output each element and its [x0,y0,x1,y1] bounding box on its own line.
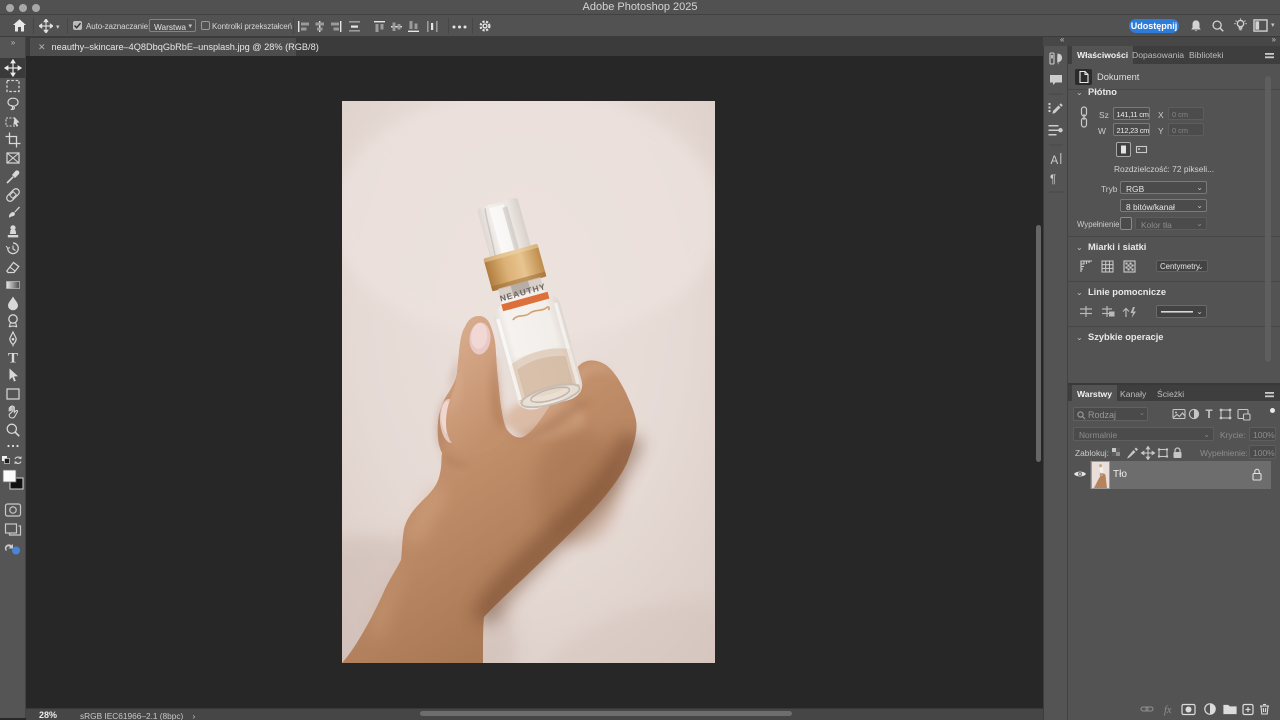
svg-text:T: T [1206,409,1213,421]
svg-text:¶: ¶ [1050,174,1056,186]
svg-text:A: A [1051,155,1059,167]
svg-text:fx: fx [1164,705,1172,716]
svg-text:T: T [8,351,18,367]
